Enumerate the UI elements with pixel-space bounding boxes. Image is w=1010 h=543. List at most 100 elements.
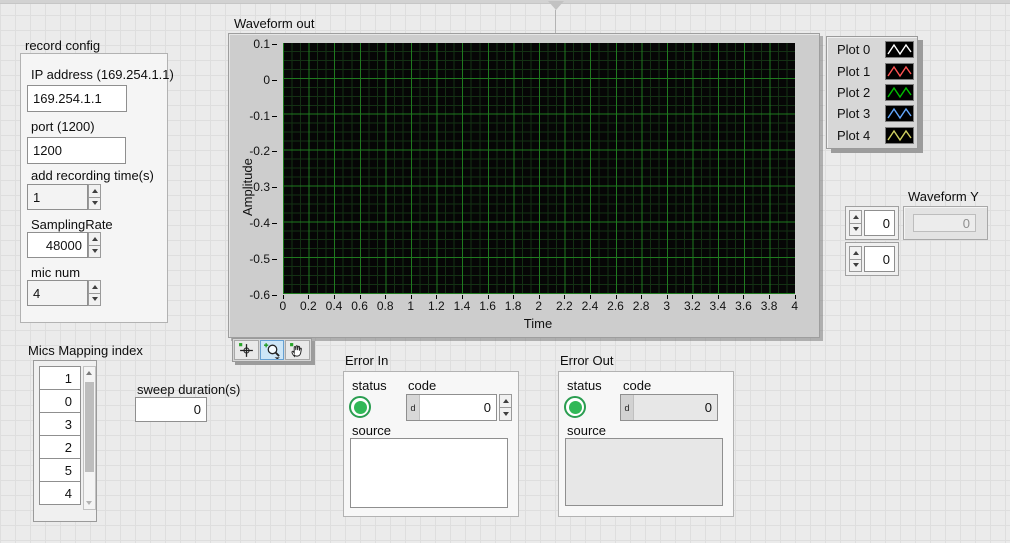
x-tick: 3.8: [756, 299, 782, 313]
pan-hand-tool-icon: [289, 342, 306, 359]
radix-indicator[interactable]: d: [407, 395, 420, 420]
y-tick: 0: [230, 62, 278, 98]
sweep-duration-label: sweep duration(s): [137, 382, 240, 397]
decrement-button[interactable]: [849, 259, 862, 273]
legend-item-plot0[interactable]: Plot 0: [827, 41, 917, 58]
code-value: 0: [634, 395, 717, 420]
legend-item-plot2[interactable]: Plot 2: [827, 84, 917, 101]
index-value-field[interactable]: 0: [864, 246, 895, 272]
y-tick: 0.1: [230, 26, 278, 62]
decrement-button[interactable]: [499, 407, 512, 421]
sampling-rate-field[interactable]: 48000: [27, 232, 88, 258]
sweep-duration-field[interactable]: 0: [135, 397, 207, 422]
up-arrow-icon: [92, 285, 98, 289]
waveform-y-label: Waveform Y: [908, 189, 979, 204]
scroll-down-icon[interactable]: [86, 501, 92, 505]
port-label: port (1200): [31, 119, 95, 134]
array-cell[interactable]: 3: [39, 412, 81, 436]
error-in-status-label: status: [352, 378, 387, 393]
increment-button[interactable]: [849, 246, 862, 260]
decrement-button[interactable]: [849, 223, 862, 237]
cursor-tool-button[interactable]: [234, 340, 259, 360]
x-tick: 0.6: [347, 299, 373, 313]
error-in-code-field[interactable]: d 0: [406, 394, 497, 421]
scroll-up-icon[interactable]: [86, 371, 92, 375]
x-tick: 0: [270, 299, 296, 313]
error-in-title: Error In: [345, 353, 388, 368]
error-in-status-led[interactable]: [349, 396, 371, 418]
splitter-line: [555, 10, 556, 34]
plot-line-sample-icon: [885, 63, 914, 80]
code-value: 0: [420, 395, 496, 420]
x-tick: 2.6: [603, 299, 629, 313]
zoom-tool-button[interactable]: [260, 340, 285, 360]
waveform-y-index-0: 0: [845, 206, 899, 240]
error-in-code-label: code: [408, 378, 436, 393]
error-out-code-label: code: [623, 378, 651, 393]
sampling-rate-stepper: [88, 232, 101, 258]
down-arrow-icon: [92, 201, 98, 205]
waveform-chart-panel: [228, 33, 820, 338]
waveform-y-index-1: 0: [845, 242, 899, 276]
legend-item-plot3[interactable]: Plot 3: [827, 105, 917, 122]
legend-item-plot4[interactable]: Plot 4: [827, 127, 917, 144]
plot-line-sample-icon: [885, 105, 914, 122]
radix-indicator: d: [621, 395, 634, 420]
x-tick: 1.2: [424, 299, 450, 313]
mic-num-stepper: [88, 280, 101, 306]
crosshair-tool-icon: [238, 342, 255, 359]
array-cell[interactable]: 5: [39, 458, 81, 482]
down-arrow-icon: [853, 263, 859, 267]
increment-button[interactable]: [499, 394, 512, 408]
increment-button[interactable]: [88, 280, 101, 294]
x-tick: 1.6: [475, 299, 501, 313]
up-arrow-icon: [503, 399, 509, 403]
port-field[interactable]: 1200: [27, 137, 126, 164]
legend-label: Plot 3: [837, 106, 879, 121]
legend-label: Plot 2: [837, 85, 879, 100]
index-value-field[interactable]: 0: [864, 210, 895, 236]
array-scrollbar[interactable]: [83, 366, 96, 510]
array-cell[interactable]: 1: [39, 366, 81, 390]
increment-button[interactable]: [88, 184, 101, 198]
up-arrow-icon: [92, 189, 98, 193]
error-out-source-label: source: [567, 423, 606, 438]
splitter-handle-icon[interactable]: [548, 1, 564, 10]
increment-button[interactable]: [849, 210, 862, 224]
error-in-source-field[interactable]: [350, 438, 508, 508]
mic-num-label: mic num: [31, 265, 80, 280]
x-tick: 0.8: [372, 299, 398, 313]
waveform-plot-area[interactable]: [283, 43, 795, 294]
waveform-y-indicator: 0: [903, 206, 988, 240]
plot-legend: Plot 0 Plot 1 Plot 2 Plot 3 Plot 4: [826, 36, 918, 149]
error-in-code-stepper: [499, 394, 512, 421]
legend-label: Plot 0: [837, 42, 879, 57]
x-tick: 2: [526, 299, 552, 313]
mics-mapping-label: Mics Mapping index: [28, 343, 143, 358]
mic-num-field[interactable]: 4: [27, 280, 88, 306]
array-cell[interactable]: 0: [39, 389, 81, 413]
pan-tool-button[interactable]: [285, 340, 310, 360]
decrement-button[interactable]: [88, 245, 101, 259]
down-arrow-icon: [92, 249, 98, 253]
array-cell[interactable]: 4: [39, 481, 81, 505]
x-tick: 4: [782, 299, 808, 313]
zoom-tool-icon: [264, 342, 281, 359]
labview-front-panel: record config IP address (169.254.1.1) 1…: [0, 0, 1010, 543]
error-out-source-field: [565, 438, 723, 506]
legend-label: Plot 4: [837, 128, 879, 143]
x-tick: 0.4: [321, 299, 347, 313]
scrollbar-thumb[interactable]: [85, 382, 94, 472]
up-arrow-icon: [92, 237, 98, 241]
legend-label: Plot 1: [837, 64, 879, 79]
decrement-button[interactable]: [88, 293, 101, 307]
x-tick: 3: [654, 299, 680, 313]
increment-button[interactable]: [88, 232, 101, 246]
array-cell[interactable]: 2: [39, 435, 81, 459]
ip-address-label: IP address (169.254.1.1): [31, 67, 174, 82]
add-recording-time-field[interactable]: 1: [27, 184, 88, 210]
ip-address-field[interactable]: 169.254.1.1: [27, 85, 127, 112]
decrement-button[interactable]: [88, 197, 101, 211]
down-arrow-icon: [92, 297, 98, 301]
legend-item-plot1[interactable]: Plot 1: [827, 63, 917, 80]
